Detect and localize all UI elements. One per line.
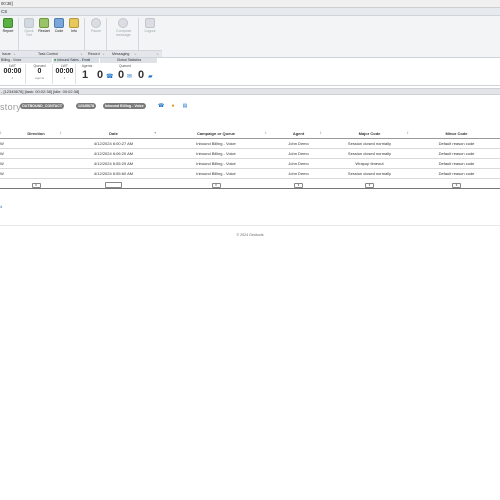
window-title-bar: 00:38] [0, 0, 500, 8]
restart-button[interactable]: Restart [37, 18, 51, 33]
stat-box: Queued 0 Agents [27, 64, 53, 84]
history-table: ⇕ Direction ⇕ Date ▼ Campaign or Queue ⇕ Ag… [0, 130, 500, 192]
expand-icon[interactable]: ↘ [102, 52, 105, 56]
queued-voice-count: 0 [97, 69, 104, 81]
pause-icon [91, 18, 101, 28]
status-dot-icon: ■ [54, 58, 57, 62]
table-row[interactable]: W 4/12/2024 6:06:20 AM Inbound Billing -… [0, 148, 500, 159]
pause-button[interactable]: Pause [89, 18, 103, 33]
queue-header-billing-voice: Billing - Voice [0, 58, 52, 63]
column-header-date[interactable]: Date ▼ [66, 130, 161, 139]
phone-icon: ☎ [106, 74, 114, 80]
global-agents-count: 1 [82, 69, 89, 81]
expand-icon[interactable]: ↘ [13, 52, 16, 56]
quick-set-icon [24, 18, 34, 28]
ribbon-toolbar: Report Quick Set Restart Code Info Pause … [0, 16, 500, 58]
status-bar: - [12345678] [task: 00:02:38] [idle: 00:… [0, 88, 500, 95]
list-icon[interactable]: ▤ [182, 103, 188, 109]
group-label-issue: Issue [2, 52, 11, 56]
column-header-agent[interactable]: Agent ⇕ [271, 130, 326, 139]
tag-queue: Inbound Billing - Voice [103, 103, 146, 109]
report-icon [3, 18, 13, 28]
filter-row: ▾ ▾ ▾ ▾ ▾ [0, 178, 500, 192]
stat-box: Queued [118, 64, 132, 68]
code-icon [54, 18, 64, 28]
group-separator [84, 18, 85, 54]
phone-icon[interactable]: ☎ [158, 103, 164, 109]
column-header-major-code[interactable]: Major Code ⇕ [326, 130, 413, 139]
group-separator [138, 18, 139, 54]
group-label-messaging: Messaging [112, 52, 130, 56]
global-statistics-header: Global Statistics [100, 58, 157, 63]
column-header-campaign[interactable]: Campaign or Queue ⇕ [161, 130, 271, 139]
footer-divider [0, 225, 500, 226]
menu-bar: CS [0, 8, 500, 16]
expand-icon[interactable]: ↘ [134, 52, 137, 56]
window-title: 00:38] [1, 1, 13, 6]
ribbon-group-labels: Issue ↘ Task Control ↘ Record ↘ Messagin… [0, 50, 162, 57]
restart-icon [39, 18, 49, 28]
queued-email-count: 0 [118, 69, 125, 81]
table-header-row: ⇕ Direction ⇕ Date ▼ Campaign or Queue ⇕ Ag… [0, 130, 500, 139]
group-label-task-control: Task Control [38, 52, 58, 56]
logout-button[interactable]: Logout [143, 18, 157, 33]
pager-link[interactable]: 4 [0, 204, 2, 209]
info-button[interactable]: Info [67, 18, 81, 33]
history-title: story [0, 102, 22, 112]
table-row[interactable]: W 4/12/2024 6:55:60 AM Inbound Billing -… [0, 168, 500, 179]
tag-contact-id: 12345678 [76, 103, 96, 109]
column-header-minor-code[interactable]: Minor Code [413, 130, 500, 139]
table-row[interactable]: W 4/12/2024 6:00:27 AM Inbound Billing -… [0, 138, 500, 149]
compose-icon [118, 18, 128, 28]
queued-chat-count: 0 [138, 69, 145, 81]
queue-header-inbound-sales-email: ■ Inbound Sales - Email [53, 58, 99, 63]
quick-set-button[interactable]: Quick Set [22, 18, 36, 37]
menu-label[interactable]: CS [1, 9, 7, 14]
settings-icon[interactable]: ● [170, 103, 176, 109]
date-filter-input[interactable] [105, 181, 122, 188]
expand-icon[interactable]: ↘ [80, 52, 83, 56]
report-button[interactable]: Report [1, 18, 15, 33]
column-header-direction[interactable]: Direction ⇕ [6, 130, 66, 139]
chat-icon: ▰ [148, 74, 153, 80]
email-icon: ✉ [127, 74, 133, 80]
code-button[interactable]: Code [52, 18, 66, 33]
group-separator [18, 18, 19, 54]
table-bottom-divider [0, 188, 500, 189]
tag-outbound-contact: OUTBOUND_CONTACT [20, 103, 65, 109]
table-row[interactable]: W 4/12/2024 6:55:29 AM Inbound Billing -… [0, 158, 500, 169]
group-label-record: Record [88, 52, 100, 56]
group-separator [106, 18, 107, 54]
compose-message-button[interactable]: Compose message [116, 18, 131, 37]
statistics-panel: Billing - Voice ■ Inbound Sales - Email … [0, 58, 500, 86]
stat-box: LWT 00:00 1 [0, 64, 26, 84]
stat-box: LWT 00:00 1 [54, 64, 76, 84]
info-icon [69, 18, 79, 28]
copyright-footer: © 2024 Geotools [236, 233, 264, 237]
expand-icon[interactable]: ↘ [156, 52, 159, 56]
logout-icon [145, 18, 155, 28]
